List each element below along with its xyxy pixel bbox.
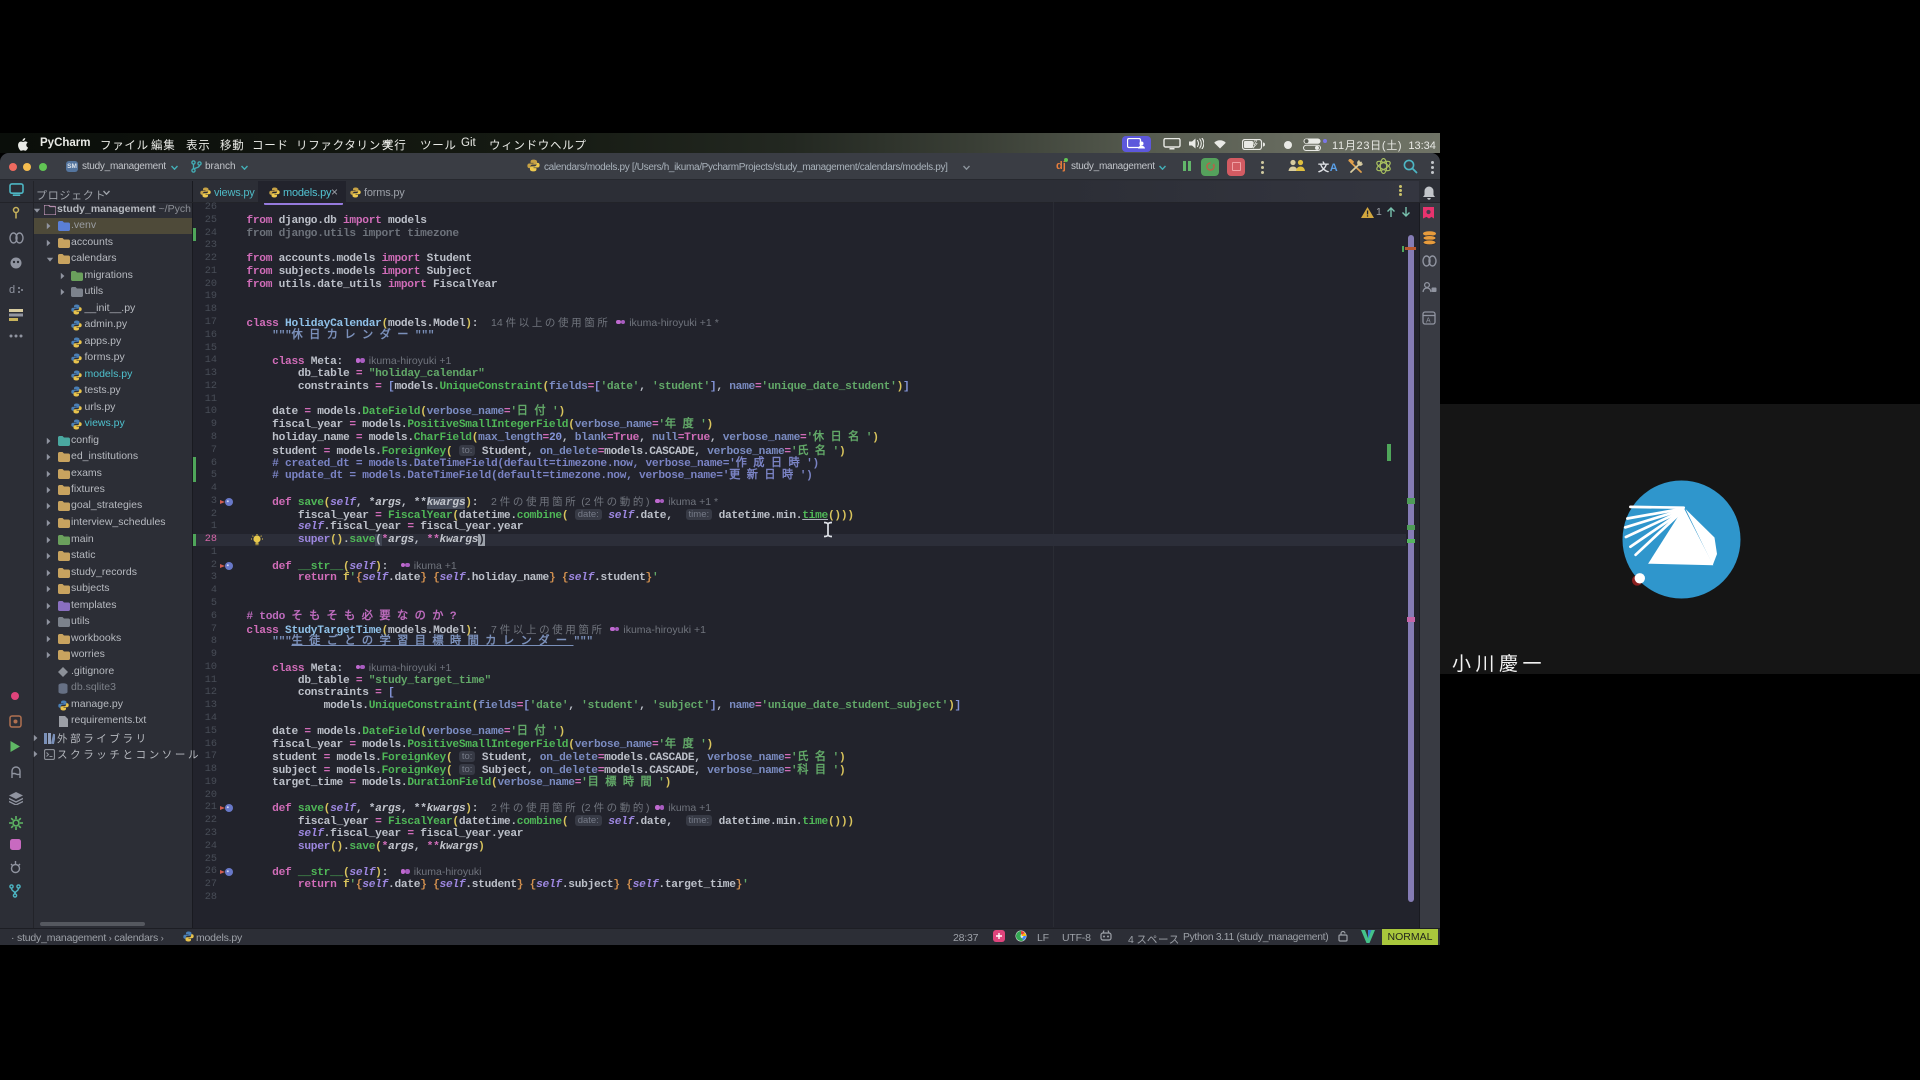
svg-text:A: A bbox=[1426, 318, 1431, 325]
svg-text:d: d bbox=[9, 284, 15, 295]
